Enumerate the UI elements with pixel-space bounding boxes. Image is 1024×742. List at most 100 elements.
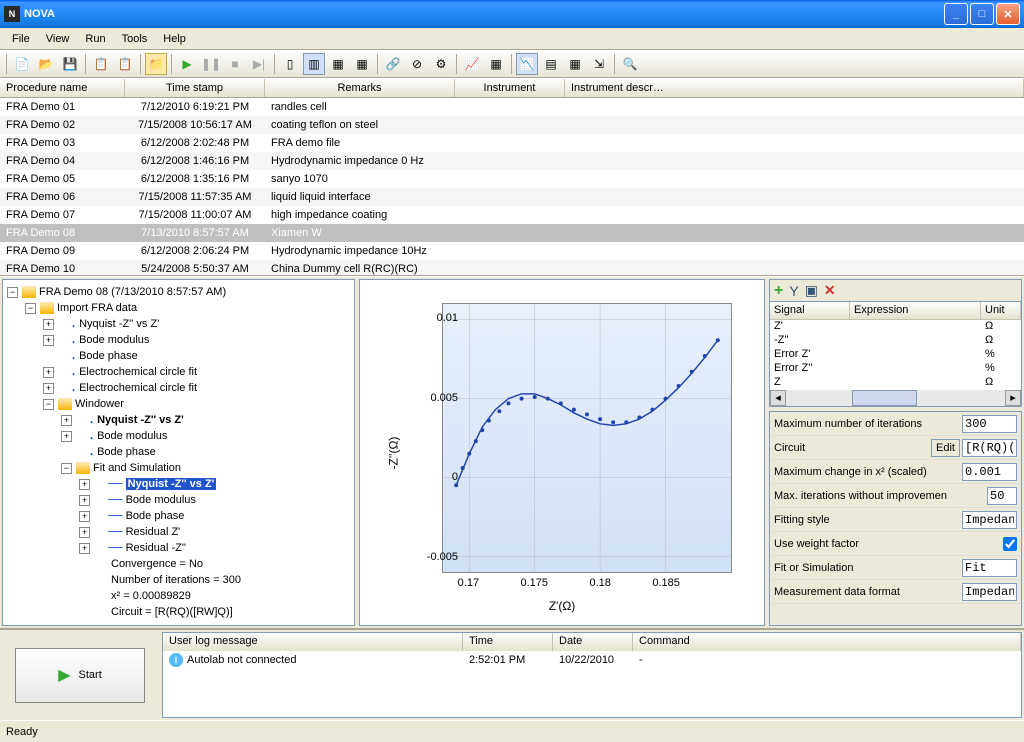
menu-run[interactable]: Run	[77, 31, 113, 47]
tree-item[interactable]: Residual -Z''	[126, 542, 186, 554]
menu-file[interactable]: File	[4, 31, 38, 47]
expand-icon[interactable]: +	[43, 383, 54, 394]
expand-icon[interactable]: +	[79, 479, 90, 490]
layout4-icon[interactable]: ▦	[351, 53, 373, 75]
expand-icon[interactable]: +	[61, 415, 72, 426]
layout1-icon[interactable]: ▯	[279, 53, 301, 75]
open-icon[interactable]: 📂	[35, 53, 57, 75]
minimize-button[interactable]: _	[944, 3, 968, 25]
expand-icon[interactable]: +	[43, 335, 54, 346]
save-icon[interactable]: 💾	[59, 53, 81, 75]
signal-row[interactable]: Error Z''%	[770, 362, 1021, 376]
col-expression[interactable]: Expression	[850, 302, 981, 319]
menu-help[interactable]: Help	[155, 31, 194, 47]
filter-icon[interactable]: Y	[789, 283, 798, 299]
expand-icon[interactable]: +	[79, 527, 90, 538]
paste-icon[interactable]: 📋	[114, 53, 136, 75]
expand-icon[interactable]: +	[79, 511, 90, 522]
scroll-thumb[interactable]	[852, 390, 918, 406]
tree-root[interactable]: FRA Demo 08 (7/13/2010 8:57:57 AM)	[39, 286, 226, 298]
expand-icon[interactable]: −	[61, 463, 72, 474]
tree-fitsim[interactable]: Fit and Simulation	[93, 462, 181, 474]
tree-item[interactable]: Electrochemical circle fit	[79, 382, 197, 394]
col-instrument[interactable]: Instrument	[455, 79, 565, 97]
grid-icon[interactable]: ▦	[485, 53, 507, 75]
next-icon[interactable]: ▶|	[248, 53, 270, 75]
tree-item[interactable]: Residual Z'	[126, 526, 181, 538]
layout3-icon[interactable]: ▦	[327, 53, 349, 75]
tree-item[interactable]: Bode modulus	[126, 494, 196, 506]
folder-icon[interactable]: 📁	[145, 53, 167, 75]
tree-item-selected[interactable]: Nyquist -Z'' vs Z'	[126, 478, 217, 490]
stop-icon[interactable]: ■	[224, 53, 246, 75]
expand-icon[interactable]: +	[43, 367, 54, 378]
col-timestamp[interactable]: Time stamp	[125, 79, 265, 97]
procedure-row[interactable]: FRA Demo 096/12/2008 2:06:24 PMHydrodyna…	[0, 242, 1024, 260]
add-icon[interactable]: +	[774, 282, 783, 300]
param-use-weight-checkbox[interactable]	[1003, 537, 1017, 551]
col-unit[interactable]: Unit	[981, 302, 1021, 319]
chart-icon[interactable]: 📈	[461, 53, 483, 75]
signal-row[interactable]: Error Z'%	[770, 348, 1021, 362]
link-icon[interactable]: 🔗	[382, 53, 404, 75]
h-scrollbar[interactable]: ◂ ▸	[770, 390, 1021, 406]
expand-icon[interactable]: −	[25, 303, 36, 314]
scroll-right-icon[interactable]: ▸	[1005, 390, 1021, 406]
tree-item[interactable]: Nyquist -Z'' vs Z'	[79, 318, 159, 330]
col-signal[interactable]: Signal	[770, 302, 850, 319]
play-icon[interactable]: ▶	[176, 53, 198, 75]
param-max-iter-input[interactable]	[962, 415, 1017, 433]
tree-item[interactable]: Bode phase	[126, 510, 185, 522]
matrix-icon[interactable]: ▦	[564, 53, 586, 75]
layout2-icon[interactable]: ▥	[303, 53, 325, 75]
menu-tools[interactable]: Tools	[114, 31, 156, 47]
maximize-button[interactable]: □	[970, 3, 994, 25]
menu-view[interactable]: View	[38, 31, 78, 47]
tree-item[interactable]: Bode modulus	[97, 430, 167, 442]
tree-item[interactable]: Nyquist -Z'' vs Z'	[97, 414, 184, 426]
expand-icon[interactable]: +	[43, 319, 54, 330]
tree-item[interactable]: Electrochemical circle fit	[79, 366, 197, 378]
procedure-row[interactable]: FRA Demo 036/12/2008 2:02:48 PMFRA demo …	[0, 134, 1024, 152]
col-log-cmd[interactable]: Command	[633, 633, 1021, 651]
copy-icon[interactable]: 📋	[90, 53, 112, 75]
expand-icon[interactable]: +	[61, 431, 72, 442]
param-fit-style-select[interactable]	[962, 511, 1017, 529]
tree-windower[interactable]: Windower	[75, 398, 124, 410]
tree-item[interactable]: Bode phase	[97, 446, 156, 458]
col-log-time[interactable]: Time	[463, 633, 553, 651]
procedure-row[interactable]: FRA Demo 046/12/2008 1:46:16 PMHydrodyna…	[0, 152, 1024, 170]
edit-circuit-button[interactable]: Edit	[931, 439, 960, 457]
plot-type-icon[interactable]: 📉	[516, 53, 538, 75]
procedure-row[interactable]: FRA Demo 017/12/2010 6:19:21 PMrandles c…	[0, 98, 1024, 116]
refresh-icon[interactable]: ▣	[805, 282, 818, 299]
procedure-row[interactable]: FRA Demo 077/15/2008 11:00:07 AMhigh imp…	[0, 206, 1024, 224]
col-log-msg[interactable]: User log message	[163, 633, 463, 651]
signal-row[interactable]: -Z''Ω	[770, 334, 1021, 348]
tree-item[interactable]: Bode phase	[79, 350, 138, 362]
close-button[interactable]: ✕	[996, 3, 1020, 25]
col-remarks[interactable]: Remarks	[265, 79, 455, 97]
start-button[interactable]: ▶Start	[15, 648, 145, 703]
col-procedure-name[interactable]: Procedure name	[0, 79, 125, 97]
chart-panel[interactable]: -Z''(Ω) Z'(Ω) -0.00500.0050.010.170.1750…	[359, 279, 765, 626]
procedure-grid[interactable]: FRA Demo 017/12/2010 6:19:21 PMrandles c…	[0, 98, 1024, 276]
param-fit-sim-select[interactable]	[962, 559, 1017, 577]
pause-icon[interactable]: ❚❚	[200, 53, 222, 75]
tree-item[interactable]: Bode modulus	[79, 334, 149, 346]
scroll-left-icon[interactable]: ◂	[770, 390, 786, 406]
new-icon[interactable]: 📄	[11, 53, 33, 75]
table-icon[interactable]: ▤	[540, 53, 562, 75]
col-log-date[interactable]: Date	[553, 633, 633, 651]
expand-icon[interactable]: +	[79, 543, 90, 554]
procedure-row[interactable]: FRA Demo 105/24/2008 5:50:37 AMChina Dum…	[0, 260, 1024, 276]
delete-icon[interactable]: ✕	[824, 282, 836, 299]
param-max-change-input[interactable]	[962, 463, 1017, 481]
param-max-noimp-input[interactable]	[987, 487, 1017, 505]
unlink-icon[interactable]: ⊘	[406, 53, 428, 75]
procedure-row[interactable]: FRA Demo 067/15/2008 11:57:35 AMliquid l…	[0, 188, 1024, 206]
tree-panel[interactable]: −FRA Demo 08 (7/13/2010 8:57:57 AM) −Imp…	[2, 279, 355, 626]
signal-row[interactable]: ZΩ	[770, 376, 1021, 390]
col-instrument-desc[interactable]: Instrument descr…	[565, 79, 1024, 97]
gear-icon[interactable]: ⚙	[430, 53, 452, 75]
